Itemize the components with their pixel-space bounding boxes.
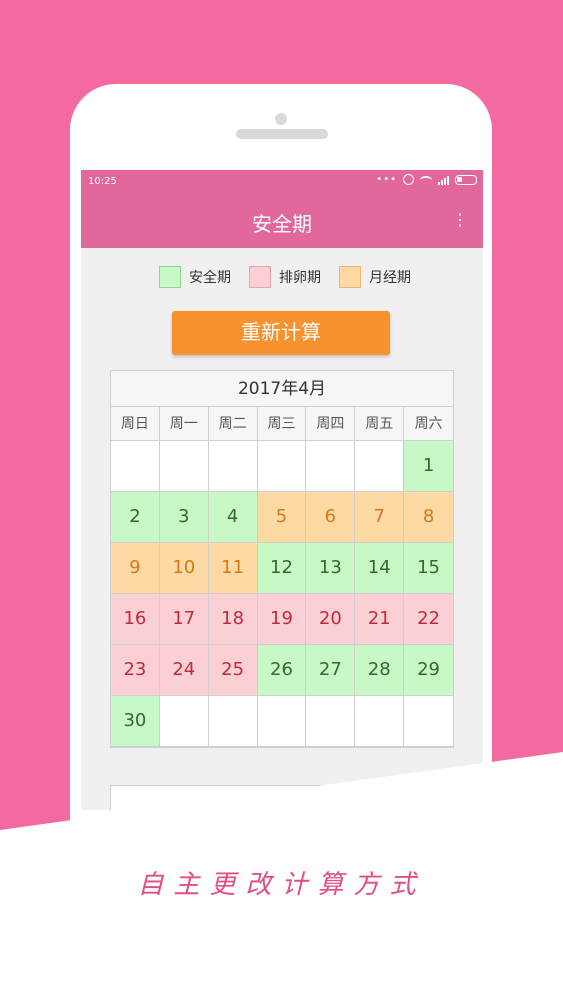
day-cell[interactable]: 16: [111, 594, 160, 645]
front-camera: [275, 113, 287, 125]
tagline: 自主更改计算方式: [137, 870, 426, 900]
empty-day-cell: [208, 441, 258, 492]
notification-dots-icon: •••: [376, 174, 397, 185]
day-cell[interactable]: 12: [257, 543, 307, 594]
day-cell[interactable]: 22: [404, 594, 453, 645]
legend-label: 安全期: [189, 270, 231, 286]
empty-day-cell: [159, 441, 209, 492]
empty-day-cell: [355, 696, 405, 747]
day-cell[interactable]: 4: [208, 492, 258, 543]
legend-swatch: [339, 266, 361, 288]
status-icons: •••: [376, 174, 477, 185]
day-cell[interactable]: 26: [257, 645, 307, 696]
app-screen: 10:25 ••• 安全期 ⋮ 安全期 排卵期 月经期 重新计算 2017年4月 周…: [81, 170, 483, 810]
empty-day-cell: [111, 441, 160, 492]
page-title: 安全期: [252, 212, 312, 236]
day-cell[interactable]: 24: [159, 645, 209, 696]
status-time: 10:25: [88, 176, 117, 187]
weekday-label: 周五: [355, 407, 405, 441]
alarm-icon: [403, 174, 414, 185]
day-cell[interactable]: 19: [257, 594, 307, 645]
weekday-label: 周二: [209, 407, 258, 441]
day-cell[interactable]: 5: [257, 492, 307, 543]
empty-day-cell: [257, 696, 307, 747]
day-cell[interactable]: 7: [355, 492, 405, 543]
legend-label: 排卵期: [279, 270, 321, 286]
empty-day-cell: [355, 441, 405, 492]
legend-label: 月经期: [369, 270, 411, 286]
day-cell[interactable]: 25: [208, 645, 258, 696]
day-cell[interactable]: 3: [159, 492, 209, 543]
empty-day-cell: [208, 696, 258, 747]
day-cell[interactable]: 17: [159, 594, 209, 645]
status-bar: 10:25 •••: [81, 170, 483, 194]
day-cell[interactable]: 15: [404, 543, 453, 594]
recalculate-button[interactable]: 重新计算: [172, 311, 390, 355]
day-cell[interactable]: 20: [306, 594, 356, 645]
legend-swatch: [249, 266, 271, 288]
calendar-month-title: 2017年4月: [111, 371, 453, 407]
legend-item: 安全期: [159, 266, 231, 288]
day-cell[interactable]: 30: [111, 696, 160, 747]
empty-day-cell: [159, 696, 209, 747]
legend-swatch: [159, 266, 181, 288]
day-cell[interactable]: 23: [111, 645, 160, 696]
weekday-label: 周四: [306, 407, 356, 441]
signal-icon: [438, 175, 449, 185]
wifi-icon: [420, 175, 432, 184]
empty-day-cell: [404, 696, 453, 747]
day-cell[interactable]: 11: [208, 543, 258, 594]
day-cell[interactable]: 2: [111, 492, 160, 543]
day-cell[interactable]: 1: [404, 441, 453, 492]
day-cell[interactable]: 28: [355, 645, 405, 696]
battery-icon: [455, 174, 477, 185]
empty-day-cell: [257, 441, 307, 492]
legend-item: 排卵期: [249, 266, 321, 288]
day-cell[interactable]: 9: [111, 543, 160, 594]
weekday-header: 周日 周一 周二 周三 周四 周五 周六: [111, 407, 453, 441]
day-cell[interactable]: 10: [159, 543, 209, 594]
day-cell[interactable]: 13: [306, 543, 356, 594]
day-cell[interactable]: 6: [306, 492, 356, 543]
app-bar: 安全期 ⋮: [81, 194, 483, 248]
day-cell[interactable]: 21: [355, 594, 405, 645]
day-cell[interactable]: 29: [404, 645, 453, 696]
weekday-label: 周日: [111, 407, 160, 441]
weekday-label: 周三: [258, 407, 307, 441]
calendar: 2017年4月 周日 周一 周二 周三 周四 周五 周六 1 2 3 4 5 6 7 8 9 10 11 12 13…: [110, 370, 454, 748]
day-cell[interactable]: 8: [404, 492, 453, 543]
lower-panel: [110, 785, 454, 810]
day-cell[interactable]: 14: [355, 543, 405, 594]
earpiece-speaker: [236, 129, 328, 139]
empty-day-cell: [306, 696, 356, 747]
more-menu-button[interactable]: ⋮: [452, 210, 469, 229]
legend: 安全期 排卵期 月经期: [159, 266, 429, 288]
legend-item: 月经期: [339, 266, 411, 288]
weekday-label: 周一: [160, 407, 209, 441]
day-cell[interactable]: 18: [208, 594, 258, 645]
calendar-grid: 1 2 3 4 5 6 7 8 9 10 11 12 13 14 15 16 17 18 19 20 21 22 23 24 2…: [111, 441, 453, 747]
empty-day-cell: [306, 441, 356, 492]
day-cell[interactable]: 27: [306, 645, 356, 696]
weekday-label: 周六: [414, 416, 443, 432]
